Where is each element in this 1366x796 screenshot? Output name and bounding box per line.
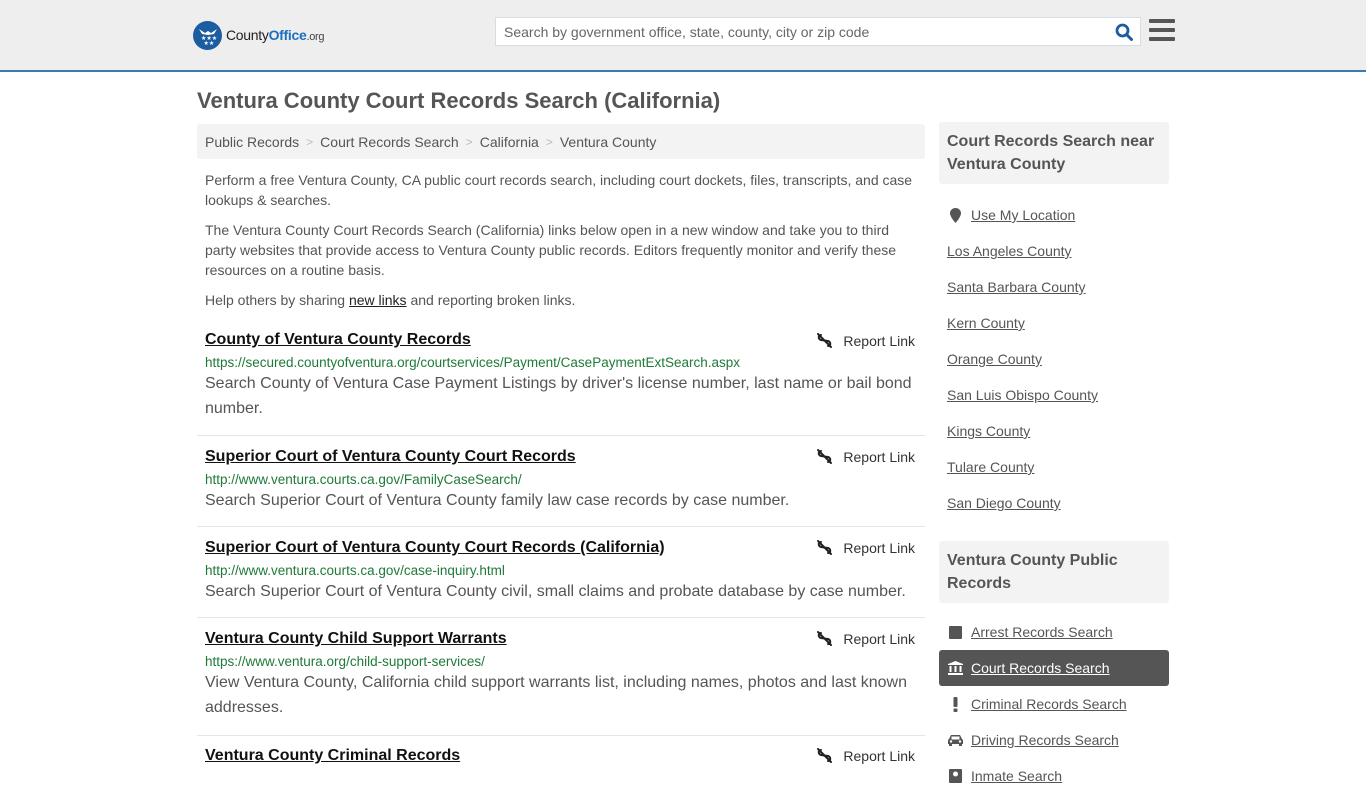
intro-text: Perform a free Ventura County, CA public… — [205, 170, 920, 320]
intro-paragraph-3: Help others by sharing new links and rep… — [205, 292, 576, 308]
search-icon — [1115, 23, 1133, 41]
broken-link-icon — [816, 539, 833, 556]
search-button[interactable] — [1108, 18, 1140, 45]
result-title-link[interactable]: Ventura County Criminal Records — [205, 747, 460, 765]
new-links-link[interactable]: new links — [349, 292, 407, 308]
county-link[interactable]: Los Angeles County — [947, 243, 1072, 259]
use-my-location-item[interactable]: Use My Location — [939, 197, 1169, 233]
report-link-button[interactable]: Report Link — [816, 539, 915, 556]
broken-link-icon — [816, 630, 833, 647]
result-title-link[interactable]: County of Ventura County Records — [205, 331, 471, 349]
report-link-button[interactable]: Report Link — [816, 332, 915, 349]
nearby-county-item[interactable]: San Luis Obispo County — [939, 377, 1169, 413]
broken-link-icon — [816, 448, 833, 465]
breadcrumb-separator: > — [465, 134, 473, 149]
report-link-button[interactable]: Report Link — [816, 630, 915, 647]
breadcrumb-california[interactable]: California — [480, 134, 539, 150]
nearby-county-item[interactable]: Santa Barbara County — [939, 269, 1169, 305]
result-title-link[interactable]: Superior Court of Ventura County Court R… — [205, 448, 576, 466]
nearby-county-item[interactable]: Orange County — [939, 341, 1169, 377]
county-link[interactable]: San Diego County — [947, 495, 1061, 511]
result-url: https://secured.countyofventura.org/cour… — [205, 355, 741, 370]
record-type-link[interactable]: Arrest Records Search — [971, 624, 1113, 640]
exclamation-icon — [947, 696, 963, 712]
site-header: ★★★ ★★ CountyOffice.org — [0, 0, 1366, 72]
report-link-button[interactable]: Report Link — [816, 448, 915, 465]
intro-paragraph-2: The Ventura County Court Records Search … — [205, 222, 897, 278]
county-link[interactable]: Kern County — [947, 315, 1025, 331]
inmate-icon — [947, 769, 963, 783]
intro-paragraph-1: Perform a free Ventura County, CA public… — [205, 172, 913, 208]
breadcrumb: Public Records > Court Records Search > … — [197, 124, 925, 159]
site-logo[interactable]: ★★★ ★★ CountyOffice.org — [193, 20, 325, 50]
county-link[interactable]: Orange County — [947, 351, 1042, 367]
result-item: Superior Court of Ventura County Court R… — [197, 527, 925, 618]
use-my-location-link[interactable]: Use My Location — [971, 207, 1075, 223]
county-link[interactable]: San Luis Obispo County — [947, 387, 1098, 403]
square-icon — [947, 625, 963, 639]
record-type-item-criminal[interactable]: Criminal Records Search — [939, 686, 1169, 722]
public-records-list: Arrest Records Search Court Records Sear… — [939, 603, 1169, 794]
broken-link-icon — [816, 332, 833, 349]
nearby-county-item[interactable]: San Diego County — [939, 485, 1169, 521]
result-description: View Ventura County, California child su… — [205, 674, 908, 716]
logo-text: CountyOffice.org — [226, 27, 325, 43]
result-url: https://www.ventura.org/child-support-se… — [205, 654, 485, 669]
svg-text:★★: ★★ — [203, 40, 214, 46]
breadcrumb-separator: > — [306, 134, 314, 149]
map-marker-icon — [947, 207, 963, 223]
nearby-counties-list: Use My Location Los Angeles County Santa… — [939, 184, 1169, 521]
result-title-link[interactable]: Ventura County Child Support Warrants — [205, 630, 507, 648]
nearby-county-item[interactable]: Kings County — [939, 413, 1169, 449]
search-input[interactable] — [496, 18, 1108, 45]
courthouse-icon — [947, 661, 963, 675]
record-type-link[interactable]: Driving Records Search — [971, 732, 1119, 748]
record-type-link[interactable]: Inmate Search — [971, 768, 1062, 784]
nearby-county-item[interactable]: Los Angeles County — [939, 233, 1169, 269]
county-link[interactable]: Kings County — [947, 423, 1030, 439]
record-type-link[interactable]: Court Records Search — [971, 660, 1110, 676]
report-link-button[interactable]: Report Link — [816, 747, 915, 764]
search-bar — [495, 17, 1141, 46]
sidebar: Court Records Search near Ventura County… — [939, 122, 1169, 794]
nearby-heading: Court Records Search near Ventura County — [939, 122, 1169, 184]
nearby-county-item[interactable]: Tulare County — [939, 449, 1169, 485]
breadcrumb-separator: > — [545, 134, 553, 149]
result-description: Search Superior Court of Ventura County … — [205, 583, 906, 600]
eagle-stars-icon: ★★★ ★★ — [193, 20, 222, 50]
breadcrumb-court-records-search[interactable]: Court Records Search — [320, 134, 459, 150]
result-title-link[interactable]: Superior Court of Ventura County Court R… — [205, 539, 665, 557]
breadcrumb-ventura-county[interactable]: Ventura County — [560, 134, 657, 150]
breadcrumb-public-records[interactable]: Public Records — [205, 134, 299, 150]
result-description: Search County of Ventura Case Payment Li… — [205, 375, 912, 417]
broken-link-icon — [816, 747, 833, 764]
car-icon — [947, 734, 963, 746]
result-url: http://www.ventura.courts.ca.gov/case-in… — [205, 563, 505, 578]
county-link[interactable]: Tulare County — [947, 459, 1034, 475]
page-title: Ventura County Court Records Search (Cal… — [197, 88, 721, 113]
result-item: Superior Court of Ventura County Court R… — [197, 436, 925, 527]
record-type-item-driving[interactable]: Driving Records Search — [939, 722, 1169, 758]
nearby-county-item[interactable]: Kern County — [939, 305, 1169, 341]
record-type-link[interactable]: Criminal Records Search — [971, 696, 1127, 712]
public-records-heading: Ventura County Public Records — [939, 541, 1169, 603]
record-type-item-arrest[interactable]: Arrest Records Search — [939, 614, 1169, 650]
results-list: County of Ventura County Records Report … — [197, 328, 925, 796]
county-link[interactable]: Santa Barbara County — [947, 279, 1086, 295]
result-url: http://www.ventura.courts.ca.gov/FamilyC… — [205, 472, 522, 487]
result-item: Ventura County Child Support Warrants Re… — [197, 618, 925, 736]
record-type-item-court[interactable]: Court Records Search — [939, 650, 1169, 686]
result-item: County of Ventura County Records Report … — [197, 328, 925, 436]
hamburger-menu-icon[interactable] — [1149, 19, 1175, 41]
result-description: Search Superior Court of Ventura County … — [205, 492, 790, 509]
record-type-item-inmate[interactable]: Inmate Search — [939, 758, 1169, 794]
result-item: Ventura County Criminal Records Report L… — [197, 736, 925, 796]
